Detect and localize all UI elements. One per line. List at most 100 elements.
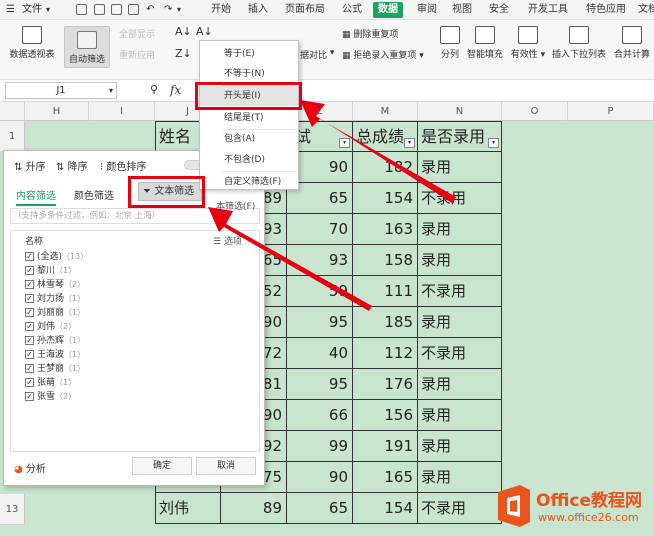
filter-dropdown-button[interactable]: ▾ — [339, 138, 350, 148]
table-cell[interactable]: 刘伟 — [155, 493, 221, 524]
tab-color-filter[interactable]: 颜色筛选 — [74, 187, 114, 202]
table-cell[interactable]: 191 — [353, 431, 418, 462]
submenu-item[interactable]: 等于(E) — [200, 44, 298, 64]
tab-special[interactable]: 特色应用 — [586, 2, 626, 18]
checkbox-checked-icon[interactable]: ✓ — [25, 322, 34, 331]
undo-icon[interactable]: ↶ — [146, 2, 154, 18]
table-cell[interactable]: 不录用 — [418, 493, 502, 524]
table-cell[interactable]: 165 — [353, 462, 418, 493]
table-cell[interactable]: 95 — [287, 369, 353, 400]
redo-icon[interactable]: ↷ — [164, 2, 172, 18]
chevron-down-icon[interactable]: ▾ — [177, 2, 181, 18]
table-cell[interactable]: 89 — [221, 493, 287, 524]
table-cell[interactable]: 66 — [287, 400, 353, 431]
table-cell[interactable]: 70 — [287, 214, 353, 245]
table-cell[interactable]: 156 — [353, 400, 418, 431]
filter-item[interactable]: ✓ (全选)（13） — [25, 249, 88, 262]
tab-developer[interactable]: 开发工具 — [528, 2, 568, 18]
zoom-icon[interactable]: ⚲ — [150, 83, 158, 96]
checkbox-checked-icon[interactable]: ✓ — [25, 266, 34, 275]
filter-item[interactable]: ✓ 王海波（1） — [25, 347, 85, 360]
name-box[interactable]: J1 ▾ — [5, 82, 117, 99]
table-cell[interactable]: 154 — [353, 183, 418, 214]
submenu-item[interactable]: 包含(A) — [200, 129, 298, 149]
sort-desc-icon[interactable]: Z↓ — [175, 47, 192, 60]
table-cell[interactable]: 185 — [353, 307, 418, 338]
ok-button[interactable]: 确定 — [132, 457, 192, 475]
tab-review[interactable]: 审阅 — [417, 2, 437, 18]
checkbox-checked-icon[interactable]: ✓ — [25, 294, 34, 303]
table-cell[interactable]: 录用 — [418, 307, 502, 338]
table-cell[interactable]: 176 — [353, 369, 418, 400]
header-cell[interactable]: 总成绩 ▾ — [353, 121, 418, 152]
table-cell[interactable]: 不录用 — [418, 338, 502, 369]
row-header[interactable]: 1 — [0, 121, 25, 152]
color-sort-button[interactable]: ⁝ 颜色排序 — [100, 158, 146, 173]
split-button[interactable]: 分列 — [437, 26, 463, 60]
smart-fill-button[interactable]: 智能填充 — [465, 26, 505, 60]
tab-insert[interactable]: 插入 — [248, 2, 268, 18]
sort-descending-button[interactable]: ⇅ 降序 — [56, 158, 88, 173]
checkbox-checked-icon[interactable]: ✓ — [25, 252, 34, 261]
table-cell[interactable]: 182 — [353, 152, 418, 183]
column-header[interactable]: I — [89, 102, 155, 121]
column-header[interactable]: N — [418, 102, 502, 121]
tab-formula[interactable]: 公式 — [342, 2, 362, 18]
table-cell[interactable]: 154 — [353, 493, 418, 524]
tab-view[interactable]: 视图 — [452, 2, 472, 18]
insert-dropdown-button[interactable]: 插入下拉列表 — [552, 26, 606, 60]
filter-item[interactable]: ✓ 刘伟（2） — [25, 319, 76, 332]
column-header[interactable]: P — [568, 102, 654, 121]
consolidate-button[interactable]: 合并计算 — [612, 26, 652, 60]
preview-icon[interactable] — [128, 4, 139, 15]
options-button[interactable]: ☰ 选项 — [213, 234, 242, 247]
table-cell[interactable]: 录用 — [418, 214, 502, 245]
checkbox-checked-icon[interactable]: ✓ — [25, 350, 34, 359]
reject-duplicates-button[interactable]: ▦ 拒绝录入重复项 ▾ — [342, 48, 424, 61]
sort-asc-icon[interactable]: A↓ — [175, 25, 192, 38]
table-cell[interactable]: 59 — [287, 276, 353, 307]
filter-item[interactable]: ✓ 孙杰辉（1） — [25, 333, 85, 346]
table-cell[interactable]: 录用 — [418, 152, 502, 183]
filter-item[interactable]: ✓ 刘丽丽（1） — [25, 305, 85, 318]
validity-button[interactable]: 有效性 ▾ — [509, 26, 547, 60]
table-cell[interactable]: 录用 — [418, 245, 502, 276]
filter-item[interactable]: ✓ 林雪琴（2） — [25, 277, 85, 290]
submenu-item[interactable]: 不等于(N) — [200, 64, 298, 84]
tab-page-layout[interactable]: 页面布局 — [285, 2, 325, 18]
checkbox-checked-icon[interactable]: ✓ — [25, 308, 34, 317]
table-cell[interactable]: 90 — [287, 462, 353, 493]
table-cell[interactable]: 111 — [353, 276, 418, 307]
filter-dropdown-button[interactable]: ▾ — [404, 138, 415, 148]
table-cell[interactable]: 不录用 — [418, 183, 502, 214]
submenu-item[interactable]: 自定义筛选(F) — [200, 172, 298, 192]
tab-content-filter[interactable]: 内容筛选 — [16, 187, 56, 206]
filter-item[interactable]: ✓ 张雪（2） — [25, 389, 76, 402]
tab-start[interactable]: 开始 — [211, 2, 231, 18]
checkbox-checked-icon[interactable]: ✓ — [25, 280, 34, 289]
filter-item[interactable]: ✓ 黎川（1） — [25, 263, 76, 276]
table-cell[interactable]: 93 — [287, 245, 353, 276]
tab-security[interactable]: 安全 — [489, 2, 509, 18]
corner-cell[interactable] — [0, 102, 25, 121]
column-header[interactable]: O — [502, 102, 568, 121]
sort-icon[interactable]: A↓ — [196, 25, 213, 38]
file-menu[interactable]: 文件 — [22, 2, 42, 18]
table-cell[interactable]: 65 — [287, 493, 353, 524]
checkbox-checked-icon[interactable]: ✓ — [25, 378, 34, 387]
table-cell[interactable]: 录用 — [418, 462, 502, 493]
fx-icon[interactable]: fx — [170, 83, 181, 97]
column-header[interactable]: M — [353, 102, 418, 121]
compare-button[interactable]: 数据对比 ▾ — [300, 48, 334, 61]
table-cell[interactable]: 163 — [353, 214, 418, 245]
table-cell[interactable]: 录用 — [418, 431, 502, 462]
tab-document[interactable]: 文档 — [638, 2, 654, 18]
table-cell[interactable]: 158 — [353, 245, 418, 276]
table-cell[interactable]: 99 — [287, 431, 353, 462]
checkbox-checked-icon[interactable]: ✓ — [25, 336, 34, 345]
filter-item[interactable]: ✓ 张萌（1） — [25, 375, 76, 388]
submenu-item[interactable]: 不包含(D) — [200, 150, 298, 170]
submenu-item[interactable]: 结尾是(T) — [200, 108, 298, 128]
autofilter-button[interactable]: 自动筛选 — [64, 26, 110, 68]
analysis-button[interactable]: ◕ 分析 — [14, 460, 46, 475]
